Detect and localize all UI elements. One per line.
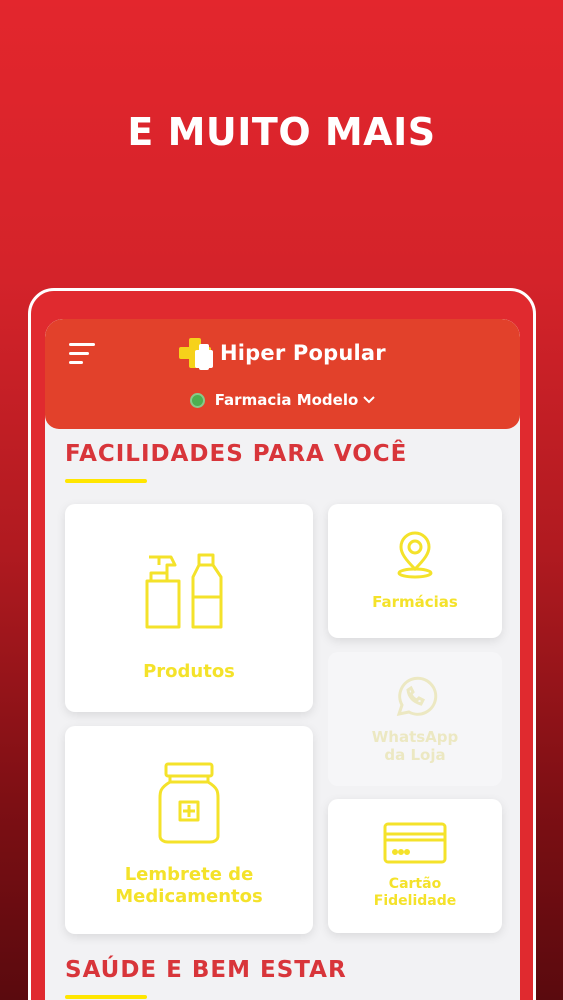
promo-headline: E MUITO MAIS [127, 110, 436, 154]
farmacias-card[interactable]: Farmácias [328, 504, 502, 638]
store-selector[interactable]: Farmacia Modelo [45, 391, 520, 409]
produtos-label: Produtos [143, 661, 235, 683]
store-name: Farmacia Modelo [214, 391, 359, 409]
app-screen: Hiper Popular Farmacia Modelo FACILIDADE… [45, 319, 520, 1000]
lembrete-card[interactable]: Lembrete de Medicamentos [65, 726, 313, 934]
products-bottles-icon [145, 553, 223, 629]
chevron-down-icon [363, 393, 376, 408]
whatsapp-icon [396, 676, 438, 716]
lembrete-label: Lembrete de Medicamentos [115, 864, 263, 907]
section-underline [65, 995, 147, 999]
store-status-dot [189, 392, 205, 408]
brand-name: Hiper Popular [220, 341, 386, 365]
medicine-jar-icon [158, 762, 220, 844]
menu-icon[interactable] [69, 343, 97, 365]
section-title-health: SAÚDE E BEM ESTAR [65, 957, 347, 983]
whatsapp-label: WhatsApp da Loja [371, 728, 459, 764]
cartao-label: Cartão Fidelidade [373, 876, 457, 909]
phone-frame: Hiper Popular Farmacia Modelo FACILIDADE… [28, 288, 536, 1000]
section-title-facilities: FACILIDADES PARA VOCÊ [65, 441, 408, 467]
cartao-card[interactable]: Cartão Fidelidade [328, 799, 502, 933]
produtos-card[interactable]: Produtos [65, 504, 313, 712]
loyalty-card-icon [383, 822, 447, 864]
farmacias-label: Farmácias [372, 593, 458, 611]
section-underline [65, 479, 147, 483]
cross-logo-icon [179, 338, 213, 370]
location-pin-icon [397, 531, 433, 579]
app-header: Hiper Popular Farmacia Modelo [45, 319, 520, 429]
whatsapp-card[interactable]: WhatsApp da Loja [328, 652, 502, 786]
brand-logo: Hiper Popular [178, 335, 386, 371]
